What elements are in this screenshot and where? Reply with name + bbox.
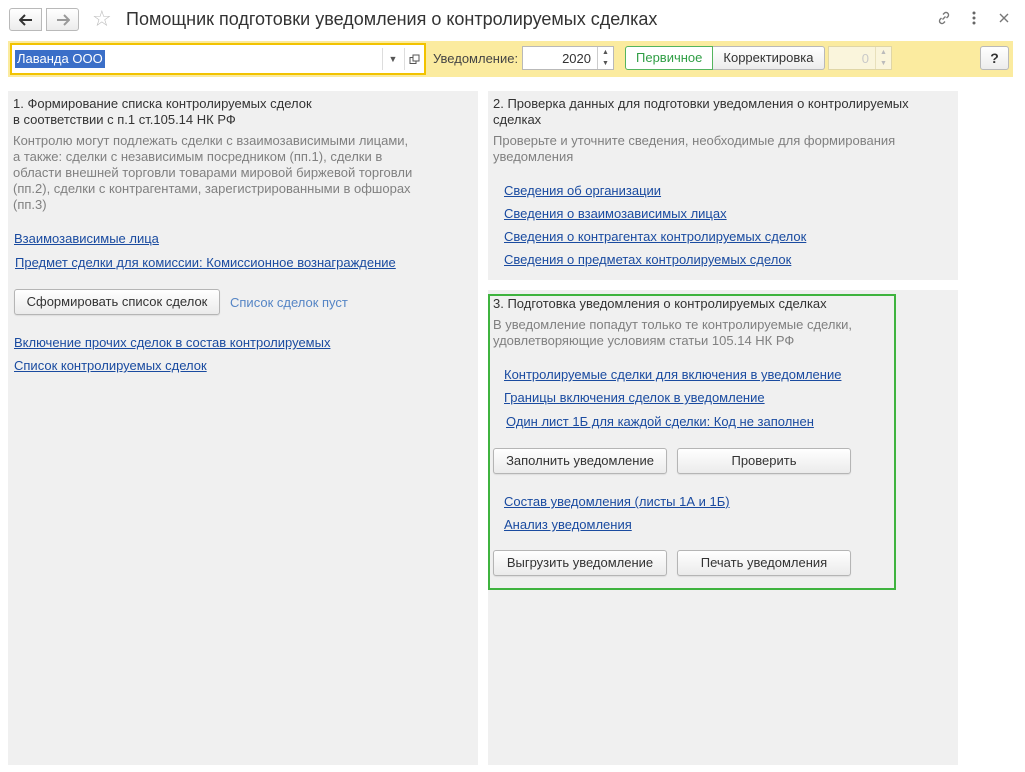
chevron-down-icon: ▼	[388, 54, 398, 64]
chevron-down-icon: ▼	[880, 60, 887, 67]
section1-title-line2: в соответствии с п.1 ст.105.14 НК РФ	[13, 112, 236, 127]
print-notification-button[interactable]: Печать уведомления	[677, 550, 851, 576]
year-stepper[interactable]: ▲ ▼	[597, 47, 613, 69]
chevron-down-icon[interactable]: ▼	[602, 60, 609, 67]
forward-button[interactable]	[46, 8, 79, 31]
open-window-icon	[409, 54, 420, 64]
section1-desc-line: области внешней торговли товарами мирово…	[13, 165, 413, 180]
close-icon[interactable]	[998, 10, 1010, 30]
year-input[interactable]: 2020 ▲ ▼	[522, 46, 614, 70]
related-parties-info-link[interactable]: Сведения о взаимозависимых лицах	[504, 206, 727, 221]
section1-desc-line: (пп.2), сделки с контрагентами, зарегист…	[13, 181, 411, 196]
correction-number-stepper: ▲ ▼	[875, 47, 891, 69]
notification-label: Уведомление:	[433, 51, 519, 66]
link-icon[interactable]	[936, 10, 952, 30]
toolbar: Лаванда ООО ▼ Уведомление: 2020 ▲ ▼ Перв…	[8, 41, 1013, 77]
more-vertical-icon[interactable]	[969, 10, 979, 30]
section1-desc-line: а также: сделки с независимым посреднико…	[13, 149, 383, 164]
section-form-list: 1. Формирование списка контролируемых сд…	[8, 91, 478, 765]
chevron-up-icon[interactable]: ▲	[602, 49, 609, 56]
arrow-left-icon	[18, 13, 32, 26]
chevron-up-icon: ▲	[880, 49, 887, 56]
deal-subjects-info-link[interactable]: Сведения о предметах контролируемых сдел…	[504, 252, 791, 267]
organization-open-button[interactable]	[404, 48, 424, 70]
correction-type-button[interactable]: Корректировка	[713, 46, 825, 70]
section1-desc-line: (пп.3)	[13, 197, 47, 212]
related-parties-link[interactable]: Взаимозависимые лица	[14, 231, 159, 246]
section1-desc-line: Контролю могут подлежать сделки с взаимо…	[13, 133, 409, 148]
organization-dropdown-button[interactable]: ▼	[382, 48, 403, 70]
help-button[interactable]: ?	[980, 46, 1009, 70]
one-sheet-per-deal-link[interactable]: Один лист 1Б для каждой сделки: Код не з…	[506, 414, 814, 429]
notification-analysis-link[interactable]: Анализ уведомления	[504, 517, 632, 532]
fill-notification-button[interactable]: Заполнить уведомление	[493, 448, 667, 474]
include-other-deals-link[interactable]: Включение прочих сделок в состав контрол…	[14, 335, 330, 350]
window-title: Помощник подготовки уведомления о контро…	[126, 9, 658, 29]
back-button[interactable]	[9, 8, 42, 31]
included-deals-link[interactable]: Контролируемые сделки для включения в ув…	[504, 367, 841, 382]
section2-desc-line1: Проверьте и уточните сведения, необходим…	[493, 133, 896, 148]
form-deals-list-button[interactable]: Сформировать список сделок	[14, 289, 220, 315]
arrow-right-icon	[56, 13, 70, 26]
favorite-star-icon[interactable]: ☆	[92, 7, 112, 31]
section2-title-line1: 2. Проверка данных для подготовки уведом…	[493, 96, 909, 111]
correction-number-value: 0	[861, 51, 869, 66]
deals-list-status: Список сделок пуст	[230, 295, 348, 310]
section-check-data: 2. Проверка данных для подготовки уведом…	[488, 91, 958, 280]
commission-subject-link[interactable]: Предмет сделки для комиссии: Комиссионно…	[15, 255, 396, 270]
export-notification-button[interactable]: Выгрузить уведомление	[493, 550, 667, 576]
section1-title-line1: 1. Формирование списка контролируемых сд…	[13, 96, 312, 111]
notification-type-switch: Первичное Корректировка	[625, 46, 825, 70]
section3-desc-line1: В уведомление попадут только те контроли…	[493, 317, 853, 332]
section3-title: 3. Подготовка уведомления о контролируем…	[493, 296, 827, 311]
primary-type-button[interactable]: Первичное	[625, 46, 714, 70]
organization-value: Лаванда ООО	[15, 50, 105, 68]
section2-title-line2: сделках	[493, 112, 542, 127]
inclusion-boundaries-link[interactable]: Границы включения сделок в уведомление	[504, 390, 765, 405]
controlled-deals-list-link[interactable]: Список контролируемых сделок	[14, 358, 207, 373]
section3-desc-line2: удовлетворяющие условиям статьи 105.14 Н…	[493, 333, 795, 348]
organization-info-link[interactable]: Сведения об организации	[504, 183, 661, 198]
organization-field[interactable]: Лаванда ООО ▼	[10, 43, 426, 75]
check-button[interactable]: Проверить	[677, 448, 851, 474]
counterparties-info-link[interactable]: Сведения о контрагентах контролируемых с…	[504, 229, 806, 244]
notification-composition-link[interactable]: Состав уведомления (листы 1А и 1Б)	[504, 494, 730, 509]
correction-number-input: 0 ▲ ▼	[828, 46, 892, 70]
section2-desc-line2: уведомления	[493, 149, 574, 164]
organization-input[interactable]: Лаванда ООО	[15, 50, 381, 68]
title-bar: ☆ Помощник подготовки уведомления о конт…	[0, 0, 1025, 40]
year-value: 2020	[562, 51, 591, 66]
section-prepare-notification: 3. Подготовка уведомления о контролируем…	[488, 290, 958, 765]
